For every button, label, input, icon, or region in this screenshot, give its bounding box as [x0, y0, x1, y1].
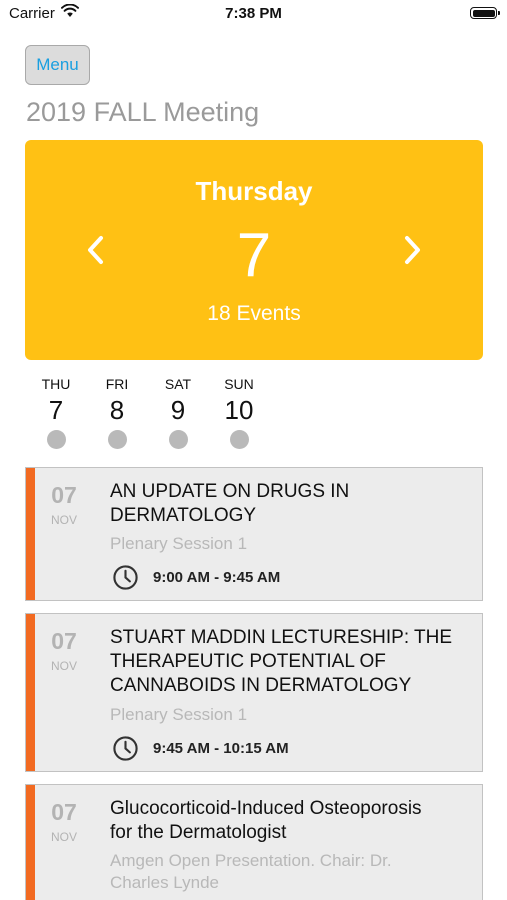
- event-session-line: Amgen Open Presentation. Chair: Dr.: [110, 851, 392, 870]
- day-indicator-dot: [46, 430, 66, 449]
- selected-weekday: Thursday: [195, 176, 313, 206]
- day-name: SAT: [164, 376, 192, 392]
- event-title-line: THERAPEUTIC POTENTIAL OF: [110, 651, 386, 672]
- day-name: THU: [41, 376, 71, 392]
- event-time: 9:45 AM - 10:15 AM: [153, 739, 289, 757]
- event-title: AN UPDATE ON DRUGS IN DERMATOLOGY: [110, 480, 472, 528]
- event-session-line: Plenary Session 1: [110, 705, 248, 724]
- day-number: 9: [170, 395, 186, 425]
- chevron-right-icon: [405, 236, 420, 264]
- day-tab-thu[interactable]: THU 7: [34, 376, 78, 449]
- event-month: NOV: [50, 830, 77, 844]
- event-title-line: AN UPDATE ON DRUGS IN: [110, 481, 350, 502]
- menu-button[interactable]: Menu: [25, 45, 90, 85]
- day-name: SUN: [224, 376, 254, 392]
- day-indicator-dot: [168, 430, 188, 449]
- event-time-row: 9:00 AM - 9:45 AM: [112, 563, 280, 591]
- page-title: 2019 FALL Meeting: [26, 97, 260, 127]
- day-indicator-dot: [229, 430, 249, 449]
- event-session: Plenary Session 1: [110, 533, 472, 555]
- event-time: 9:00 AM - 9:45 AM: [153, 568, 281, 586]
- day-selector: THU 7 FRI 8 SAT 9 SUN 10: [0, 376, 507, 452]
- day-name: FRI: [105, 376, 129, 392]
- event-card[interactable]: 07 NOV Glucocorticoid-Induced Osteoporos…: [25, 784, 483, 900]
- event-day: 07: [51, 799, 77, 825]
- clock-icon: [113, 735, 138, 761]
- event-card[interactable]: 07 NOV AN UPDATE ON DRUGS IN DERMATOLOGY…: [25, 467, 483, 601]
- event-color-stripe: [26, 468, 35, 600]
- event-title: STUART MADDIN LECTURESHIP: THE THERAPEUT…: [110, 626, 472, 698]
- status-bar: Carrier 7:38 PM: [0, 0, 507, 30]
- battery-icon: [470, 7, 500, 19]
- day-tab-fri[interactable]: FRI 8: [95, 376, 139, 449]
- day-number: 8: [109, 395, 125, 425]
- next-day-button[interactable]: [393, 230, 433, 270]
- selected-day-card: Thursday 7 18 Events: [25, 140, 483, 360]
- event-color-stripe: [26, 614, 35, 771]
- event-session: Plenary Session 1: [110, 704, 472, 726]
- event-day: 07: [51, 628, 77, 654]
- event-session-line: Charles Lynde: [110, 873, 219, 892]
- event-session: Amgen Open Presentation. Chair: Dr. Char…: [110, 850, 472, 894]
- status-time: 7:38 PM: [225, 5, 282, 22]
- event-color-stripe: [26, 785, 35, 900]
- event-month: NOV: [50, 513, 77, 527]
- day-tab-sat[interactable]: SAT 9: [156, 376, 200, 449]
- clock-icon: [113, 564, 138, 590]
- event-month: NOV: [50, 659, 77, 673]
- event-title-line: CANNABOIDS IN DERMATOLOGY: [110, 675, 412, 696]
- day-number: 7: [48, 395, 64, 425]
- event-title-line: Glucocorticoid-Induced Osteoporosis: [110, 798, 422, 819]
- event-card[interactable]: 07 NOV STUART MADDIN LECTURESHIP: THE TH…: [25, 613, 483, 772]
- event-time-row: 9:45 AM - 10:15 AM: [112, 734, 289, 762]
- day-number: 10: [224, 395, 254, 425]
- event-day: 07: [51, 482, 77, 508]
- day-tab-sun[interactable]: SUN 10: [217, 376, 261, 449]
- event-title: Glucocorticoid-Induced Osteoporosis for …: [110, 797, 472, 845]
- event-title-line: for the Dermatologist: [110, 822, 287, 843]
- day-indicator-dot: [107, 430, 127, 449]
- event-title-line: STUART MADDIN LECTURESHIP: THE: [110, 627, 453, 648]
- event-title-line: DERMATOLOGY: [110, 505, 257, 526]
- event-session-line: Plenary Session 1: [110, 534, 248, 553]
- event-count: 18 Events: [207, 302, 301, 325]
